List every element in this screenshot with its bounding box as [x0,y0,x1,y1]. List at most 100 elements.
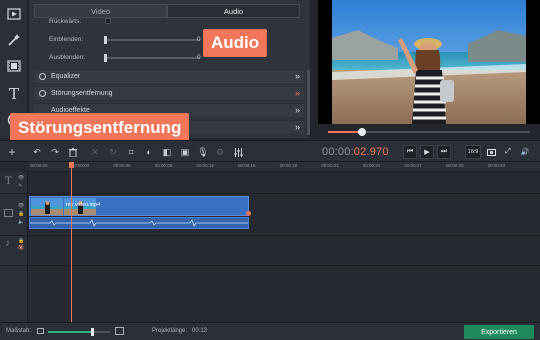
zoom-in-icon[interactable] [115,327,124,335]
timecode-seconds: 02.970 [353,146,389,158]
title-track-header: T 👁 ✎ [0,172,28,193]
zoom-out-icon[interactable] [37,328,44,334]
frame-icon[interactable]: ◧ [160,145,174,159]
image-icon[interactable]: ▣ [178,145,192,159]
cut-icon[interactable]: ✕ [88,145,102,159]
audio-track-header: ♪ 🔒 🔇 [0,236,28,265]
editing-toolbar: + ↶ ↷ ✕ ↻ ⌗ ◐ ◧ ▣ 🎙 ⚙ 00:00:02.970 ⏮ ▶ ⏭… [0,140,540,162]
expand-chevron-icon: » [294,88,300,98]
plus-icon[interactable]: + [5,145,19,159]
text-track-icon: T [5,176,12,187]
ruler-tick-label: 00:00:24 [362,163,381,168]
mute-icon[interactable]: 🔈 [18,219,24,225]
ruler-tick-label: 00:00:21 [321,163,339,168]
fade-out-value: 0 [197,54,201,61]
tab-video[interactable]: Video [34,4,167,18]
video-track[interactable]: 👁 🔒 🔈 my video.mp4 [0,194,540,236]
undo-icon[interactable]: ↶ [30,145,44,159]
fade-out-label: Ausblenden: [49,54,86,61]
timecode: 00:00:02.970 [322,146,389,158]
reverse-checkbox[interactable] [105,18,111,24]
audio-callout: Audio [203,29,268,57]
preview-frame-image [318,0,540,124]
play-button[interactable]: ▶ [420,145,434,159]
track-header-filler [0,266,28,322]
reverse-label: Rückwärts: [49,18,82,25]
section-equalizer[interactable]: Equalizer » [34,69,304,83]
fade-in-slider-handle[interactable] [104,36,107,44]
playhead[interactable] [71,162,73,322]
video-clip[interactable]: my video.mp4 [29,196,249,216]
ruler-tick-label: 00:00:30 [446,163,464,168]
lock-icon[interactable]: 🔒 [18,211,24,217]
playhead-handle[interactable] [69,162,75,168]
aspect-ratio-button[interactable]: 16:9 [465,145,481,159]
fade-in-value: 0 [197,36,201,43]
section-equalizer-label: Equalizer [51,73,81,80]
ruler-tick-label: 00:00:03 [71,163,90,168]
text-icon[interactable]: T [4,84,24,104]
clip-audio-waveform[interactable] [29,217,249,229]
timeline-ruler[interactable]: 00:00:00 00:00:03 00:00:06 00:00:09 00:00:12… [28,162,540,172]
panel-tabs: Video Audio [34,4,300,18]
zoom-slider-fill [48,331,92,333]
scale-label: Maßstab: [6,328,32,334]
audio-track[interactable]: ♪ 🔒 🔇 [0,236,540,266]
delete-icon[interactable] [66,145,80,159]
microphone-icon[interactable]: 🎙 [196,145,210,159]
expand-chevron-icon: » [294,105,300,115]
clip-thumbnail [31,198,63,215]
expand-chevron-icon: » [294,71,300,81]
expand-chevron-icon: » [294,122,300,132]
edit-icon[interactable]: ✎ [18,183,22,189]
settings-icon[interactable]: ⚙ [213,145,227,159]
export-button[interactable]: Exportieren [464,325,534,339]
visibility-icon[interactable]: 👁 [18,203,24,209]
section-noise-removal[interactable]: Störungsentfernung » [34,86,304,100]
lock-icon[interactable]: 🔒 [18,238,24,244]
panel-scrollbar[interactable] [307,70,310,135]
video-preview [318,0,540,124]
color-adjust-icon[interactable]: ◐ [142,145,156,159]
equalizer-sliders-icon[interactable] [231,145,245,159]
timeline[interactable]: T 👁 ✎ 👁 🔒 🔈 my video.mp4 ♪ 🔒 🔇 [0,162,540,322]
noise-removal-callout: Störungsentfernung [10,113,190,143]
zoom-slider-handle[interactable] [91,328,94,336]
noise-removal-icon [39,90,46,97]
snapshot-icon[interactable] [484,145,498,159]
project-length-label: Projektlänge: [152,328,188,334]
seek-progress [328,131,363,133]
ruler-tick-label: 00:00:27 [404,163,422,168]
ruler-tick-label: 00:00:15 [238,163,256,168]
ruler-tick-label: 00:00:09 [154,163,173,168]
video-track-header: 👁 🔒 🔈 [0,194,28,235]
fade-in-label: Einblenden: [49,36,84,43]
ruler-tick-label: 00:00:06 [113,163,131,168]
ruler-tick-label: 00:00:33 [487,163,506,168]
next-clip-button[interactable]: ⏭ [437,145,451,159]
title-track[interactable]: T 👁 ✎ [0,172,540,194]
fullscreen-icon[interactable]: ⤢ [501,145,515,159]
mute-icon[interactable]: 🔇 [18,245,24,251]
ruler-tick-label: 00:00:18 [279,163,298,168]
section-noise-removal-label: Störungsentfernung [51,90,113,97]
tab-audio[interactable]: Audio [167,4,300,18]
volume-keyframe[interactable] [246,211,251,216]
seek-handle[interactable] [358,128,367,136]
crop-icon[interactable]: ⌗ [124,145,138,159]
fade-out-slider[interactable] [105,57,200,59]
volume-icon[interactable]: 🔊 [518,145,532,159]
rotate-icon[interactable]: ↻ [106,145,120,159]
filmstrip-icon[interactable] [4,56,24,76]
ruler-tick-label: 00:00:12 [196,163,214,168]
visibility-icon[interactable]: 👁 [18,175,24,181]
previous-clip-button[interactable]: ⏮ [403,145,417,159]
fade-out-slider-handle[interactable] [104,54,107,62]
preview-seek-bar[interactable] [318,128,540,136]
magic-wand-icon[interactable] [4,30,24,50]
redo-icon[interactable]: ↷ [48,145,62,159]
equalizer-icon [39,73,46,80]
status-bar: Maßstab: Projektlänge: 00:13 Exportieren [0,322,540,340]
fade-in-slider[interactable] [105,39,200,41]
import-media-icon[interactable] [4,4,24,24]
